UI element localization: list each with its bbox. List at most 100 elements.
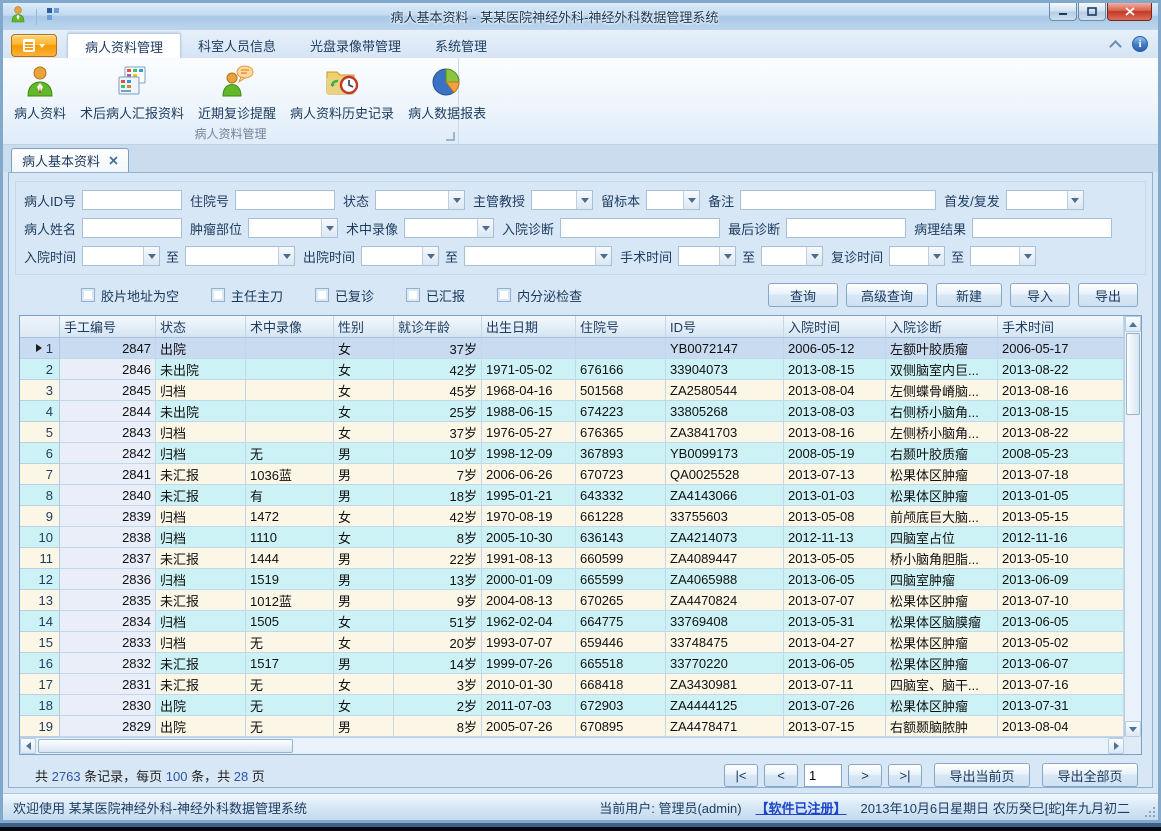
chevron-down-icon[interactable] <box>806 247 822 265</box>
admit-date-to-select[interactable] <box>185 246 295 266</box>
column-header[interactable]: 术中录像 <box>246 316 334 337</box>
table-row[interactable]: 102838归档1110女8岁2005-10-30636143ZA4214073… <box>20 527 1124 548</box>
quick-access-icon[interactable] <box>46 7 60 26</box>
table-row[interactable]: 72841未汇报1036蓝男7岁2006-06-26670723QA002552… <box>20 464 1124 485</box>
endocrine-check-checkbox[interactable]: 内分泌检查 <box>497 286 582 305</box>
maximize-button[interactable] <box>1078 3 1106 21</box>
chevron-down-icon[interactable] <box>576 191 592 209</box>
vertical-scroll-thumb[interactable] <box>1126 333 1140 415</box>
horizontal-scroll-thumb[interactable] <box>38 739 293 753</box>
chevron-down-icon[interactable] <box>422 247 438 265</box>
resize-grip-icon[interactable] <box>1145 807 1155 817</box>
revisit-date-from-select[interactable] <box>889 246 945 266</box>
professor-select[interactable] <box>531 190 593 210</box>
first-recur-select[interactable] <box>1006 190 1084 210</box>
table-row[interactable]: 152833归档无女20岁1993-07-0765944633748475201… <box>20 632 1124 653</box>
export-button[interactable]: 导出 <box>1078 283 1138 307</box>
chevron-down-icon[interactable] <box>719 247 735 265</box>
dialog-launcher-icon[interactable] <box>446 132 455 141</box>
column-header[interactable]: 手术时间 <box>998 316 1124 337</box>
final-diag-input[interactable] <box>786 218 906 238</box>
chevron-down-icon[interactable] <box>448 191 464 209</box>
close-button[interactable] <box>1107 3 1152 21</box>
patient-data-button[interactable]: 病人资料 <box>7 61 73 125</box>
ribbon-tab-system[interactable]: 系统管理 <box>418 33 504 58</box>
chevron-down-icon[interactable] <box>278 247 294 265</box>
revisit-reminder-button[interactable]: 近期复诊提醒 <box>191 61 283 125</box>
table-row[interactable]: 162832未汇报1517男14岁1999-07-266655183377022… <box>20 653 1124 674</box>
chevron-down-icon[interactable] <box>321 219 337 237</box>
chevron-down-icon[interactable] <box>1067 191 1083 209</box>
advanced-search-button[interactable]: 高级查询 <box>846 283 928 307</box>
chief-surgeon-checkbox[interactable]: 主任主刀 <box>211 286 283 305</box>
chevron-down-icon[interactable] <box>143 247 159 265</box>
admission-no-input[interactable] <box>235 190 335 210</box>
table-row[interactable]: 122836归档1519男13岁2000-01-09665599ZA406598… <box>20 569 1124 590</box>
scroll-down-icon[interactable] <box>1125 721 1141 737</box>
export-all-pages-button[interactable]: 导出全部页 <box>1042 763 1138 787</box>
software-registered-link[interactable]: 【软件已注册】 <box>756 798 847 817</box>
table-row[interactable]: 172831未汇报无女3岁2010-01-30668418ZA343098120… <box>20 674 1124 695</box>
table-row[interactable]: 52843归档女37岁1976-05-27676365ZA38417032013… <box>20 422 1124 443</box>
table-row[interactable]: 192829出院无男8岁2005-07-26670895ZA4478471201… <box>20 716 1124 737</box>
import-button[interactable]: 导入 <box>1010 283 1070 307</box>
column-header[interactable]: 就诊年龄 <box>394 316 482 337</box>
column-header[interactable]: 手工编号 <box>60 316 156 337</box>
scroll-left-icon[interactable] <box>20 738 36 754</box>
column-header[interactable]: 性别 <box>334 316 394 337</box>
pathology-input[interactable] <box>972 218 1112 238</box>
table-row[interactable]: 112837未汇报1444男22岁1991-08-13660599ZA40894… <box>20 548 1124 569</box>
column-header[interactable]: ID号 <box>666 316 784 337</box>
ribbon-tab-disc-tape[interactable]: 光盘录像带管理 <box>293 33 418 58</box>
close-tab-icon[interactable] <box>109 153 118 168</box>
postop-report-button[interactable]: 术后病人汇报资料 <box>73 61 191 125</box>
new-button[interactable]: 新建 <box>936 283 1002 307</box>
search-button[interactable]: 查询 <box>768 283 838 307</box>
scroll-up-icon[interactable] <box>1125 316 1141 332</box>
next-page-button[interactable]: > <box>848 764 882 787</box>
table-row[interactable]: 22846未出院女42岁1971-05-02676166339040732013… <box>20 359 1124 380</box>
app-menu-button[interactable] <box>11 34 57 57</box>
chevron-down-icon[interactable] <box>928 247 944 265</box>
table-row[interactable]: 142834归档1505女51岁1962-02-0466477533769408… <box>20 611 1124 632</box>
column-header[interactable]: 入院诊断 <box>886 316 998 337</box>
ribbon-collapse-icon[interactable] <box>1109 40 1122 53</box>
table-row[interactable]: 32845归档女45岁1968-04-16501568ZA25805442013… <box>20 380 1124 401</box>
table-row[interactable]: 82840未汇报有男18岁1995-01-21643332ZA414306620… <box>20 485 1124 506</box>
minimize-button[interactable] <box>1049 3 1077 21</box>
specimen-select[interactable] <box>646 190 700 210</box>
surgery-date-to-select[interactable] <box>761 246 823 266</box>
status-select[interactable] <box>375 190 465 210</box>
chevron-down-icon[interactable] <box>683 191 699 209</box>
discharge-date-from-select[interactable] <box>361 246 439 266</box>
reported-checkbox[interactable]: 已汇报 <box>406 286 465 305</box>
ribbon-tab-staff-info[interactable]: 科室人员信息 <box>181 33 293 58</box>
film-address-empty-checkbox[interactable]: 胶片地址为空 <box>81 286 179 305</box>
patient-id-input[interactable] <box>82 190 182 210</box>
revisit-date-to-select[interactable] <box>970 246 1036 266</box>
prev-page-button[interactable]: < <box>764 764 798 787</box>
last-page-button[interactable]: >| <box>888 764 922 787</box>
page-number-input[interactable] <box>804 764 842 787</box>
table-row[interactable]: 182830出院无女2岁2011-07-03672903ZA4444125201… <box>20 695 1124 716</box>
horizontal-scrollbar[interactable] <box>20 737 1124 754</box>
remark-input[interactable] <box>740 190 936 210</box>
patient-history-button[interactable]: 病人资料历史记录 <box>283 61 401 125</box>
info-icon[interactable]: i <box>1132 36 1148 52</box>
admit-date-from-select[interactable] <box>82 246 160 266</box>
chevron-down-icon[interactable] <box>595 247 611 265</box>
patient-report-chart-button[interactable]: 病人数据报表 <box>401 61 493 125</box>
table-row[interactable]: 132835未汇报1012蓝男9岁2004-08-13670265ZA44708… <box>20 590 1124 611</box>
column-header[interactable]: 出生日期 <box>482 316 576 337</box>
column-header[interactable]: 入院时间 <box>784 316 886 337</box>
ribbon-tab-patient-management[interactable]: 病人资料管理 <box>67 33 181 58</box>
export-current-page-button[interactable]: 导出当前页 <box>934 763 1030 787</box>
patient-name-input[interactable] <box>82 218 182 238</box>
column-header[interactable]: 状态 <box>156 316 246 337</box>
admission-diag-input[interactable] <box>560 218 720 238</box>
document-tab-patient-basic[interactable]: 病人基本资料 <box>11 148 129 172</box>
table-row[interactable]: 42844未出院女25岁1988-06-15674223338052682013… <box>20 401 1124 422</box>
revisited-checkbox[interactable]: 已复诊 <box>315 286 374 305</box>
surgery-date-from-select[interactable] <box>678 246 736 266</box>
chevron-down-icon[interactable] <box>477 219 493 237</box>
